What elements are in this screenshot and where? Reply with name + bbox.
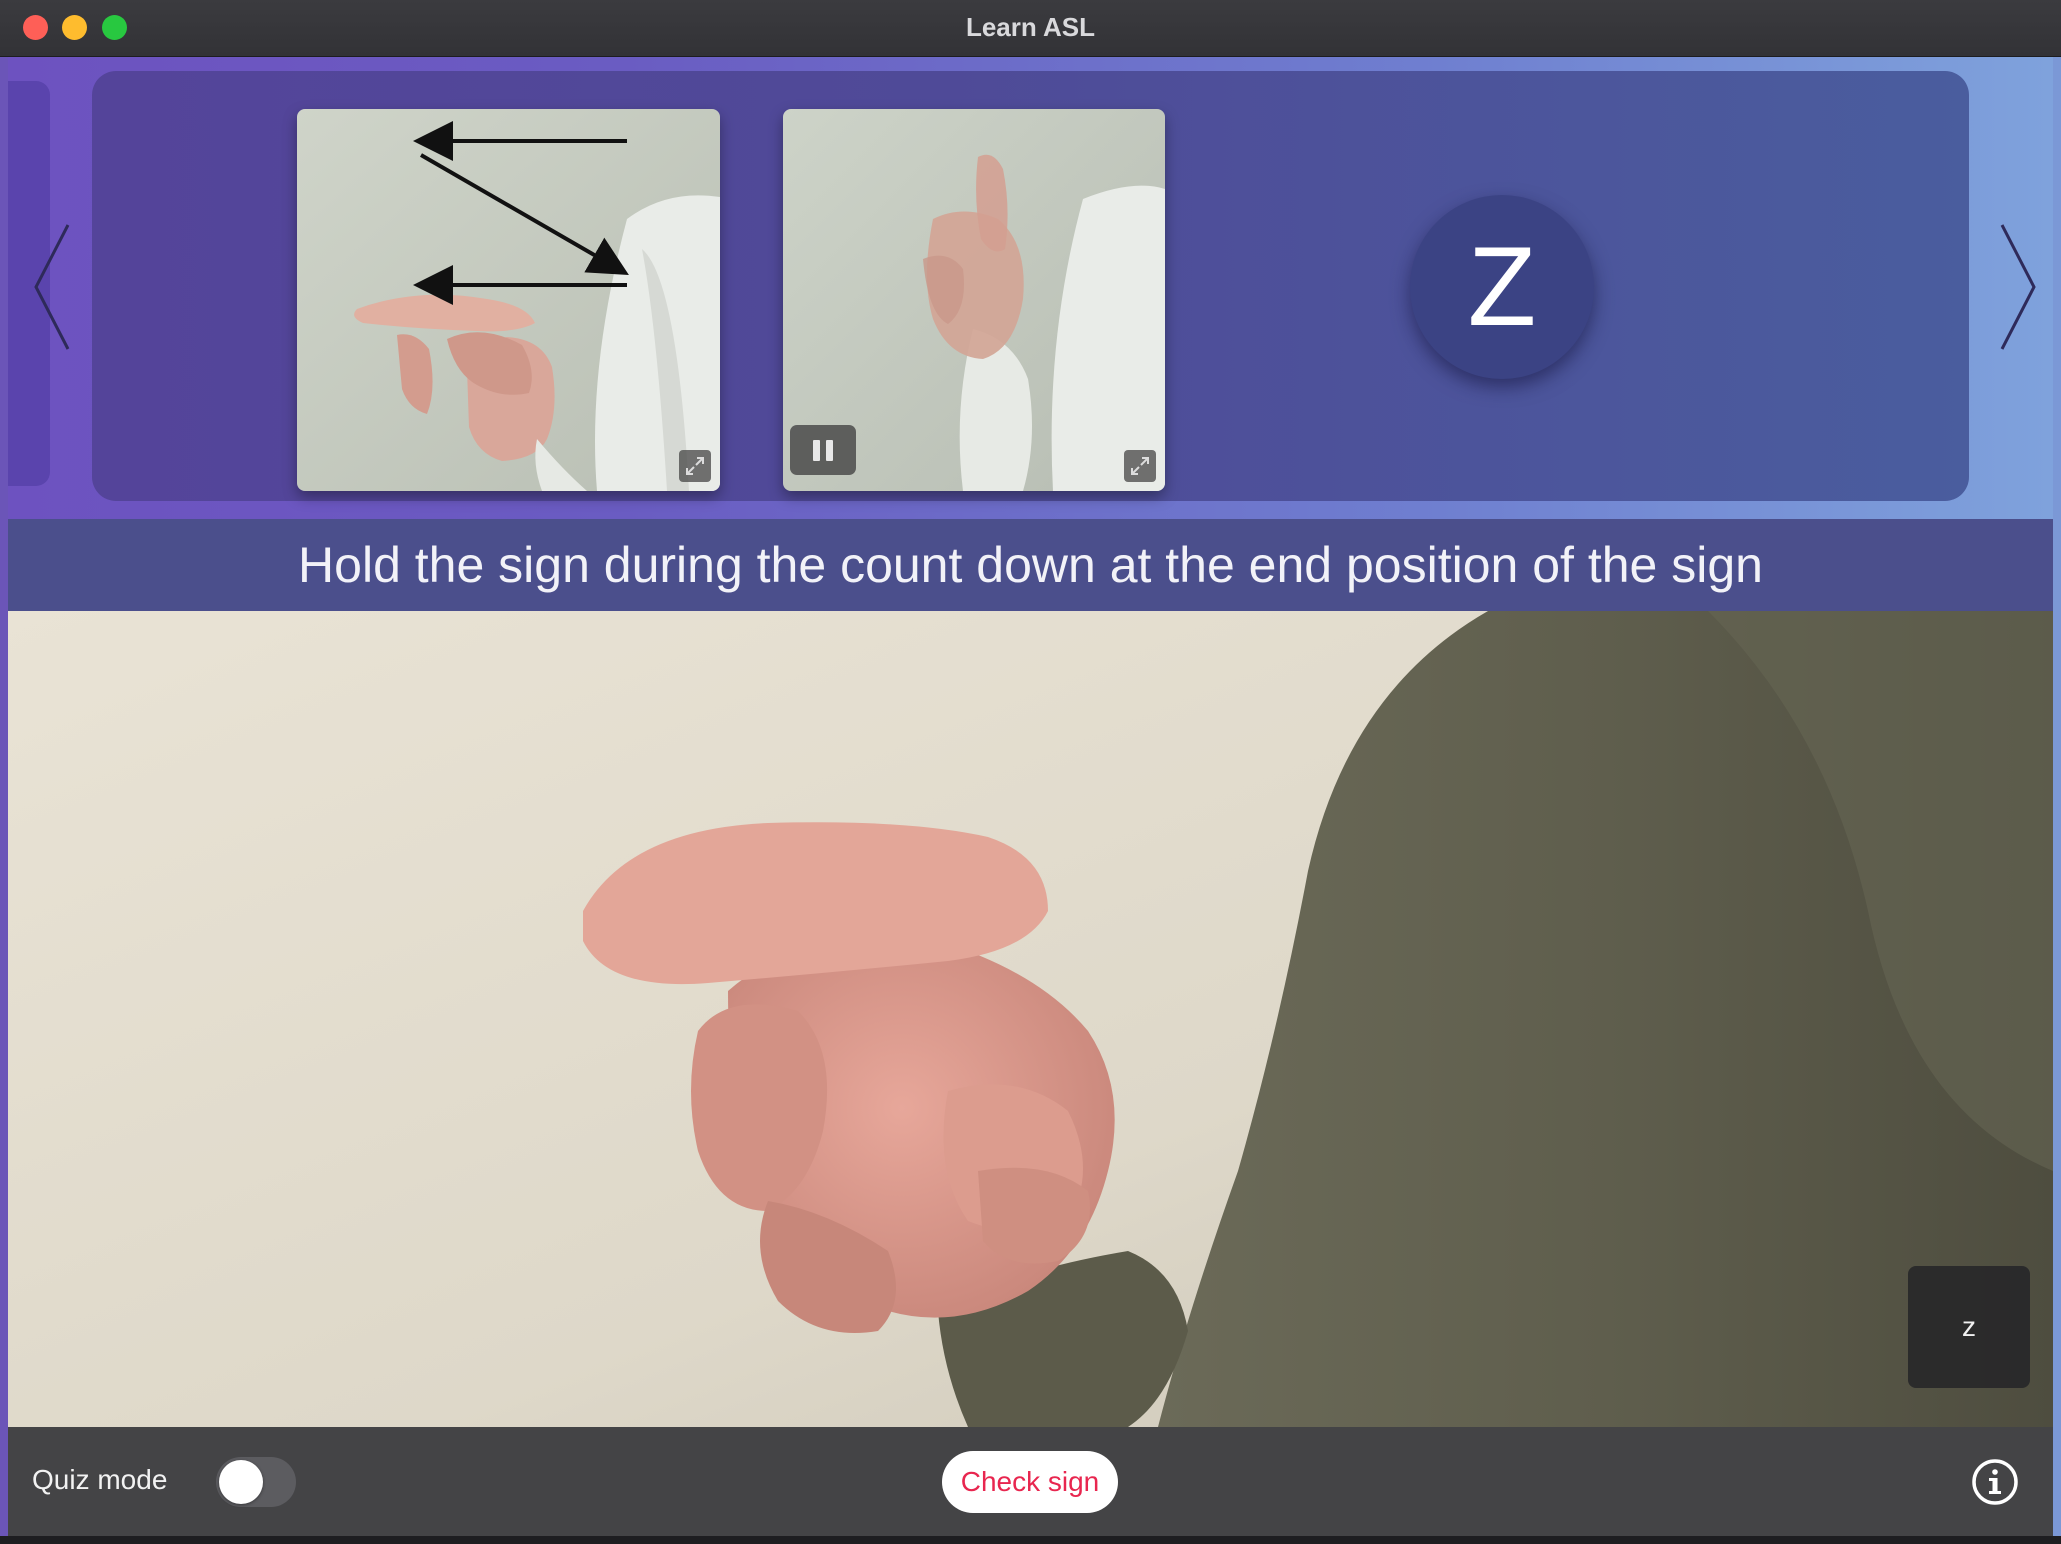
camera-feed: [8, 611, 2053, 1427]
expand-icon: [1131, 457, 1149, 475]
expand-icon: [686, 457, 704, 475]
pause-video-button[interactable]: [790, 425, 856, 475]
chevron-left-icon: [34, 224, 70, 350]
pause-icon-bar: [826, 440, 833, 461]
sign-video-card[interactable]: [783, 109, 1165, 491]
sign-diagram-image: [297, 109, 720, 491]
toggle-knob: [219, 1460, 263, 1504]
sign-letter-badge: Z: [1410, 195, 1594, 379]
app-window: Learn ASL Z Hold the sign during the cou…: [0, 0, 2061, 1544]
pause-icon: [813, 440, 820, 461]
window-edge-right: [2053, 57, 2061, 1536]
window-edge-left: [0, 57, 8, 1536]
quiz-mode-toggle[interactable]: [216, 1457, 296, 1507]
instruction-text: Hold the sign during the count down at t…: [8, 519, 2053, 611]
window-title: Learn ASL: [965, 12, 1096, 42]
info-button[interactable]: [1970, 1457, 2020, 1507]
sign-card-panel: Z: [92, 71, 1969, 501]
bottom-toolbar: Quiz mode Check sign: [8, 1427, 2053, 1536]
sign-carousel: Z: [8, 57, 2053, 519]
carousel-prev-button[interactable]: [20, 217, 80, 357]
check-sign-button[interactable]: Check sign: [942, 1451, 1118, 1513]
expand-video-button[interactable]: [1124, 450, 1156, 482]
title-bar: Learn ASL: [0, 0, 2061, 57]
prediction-badge: z: [1908, 1266, 2030, 1388]
window-bottom-edge: [0, 1536, 2061, 1544]
info-icon: [1972, 1459, 2018, 1505]
sign-diagram-card[interactable]: [297, 109, 720, 491]
quiz-mode-label: Quiz mode: [32, 1464, 168, 1495]
camera-view: z: [8, 611, 2053, 1427]
chevron-right-icon: [2000, 224, 2036, 350]
carousel-next-button[interactable]: [1990, 217, 2050, 357]
expand-diagram-button[interactable]: [679, 450, 711, 482]
